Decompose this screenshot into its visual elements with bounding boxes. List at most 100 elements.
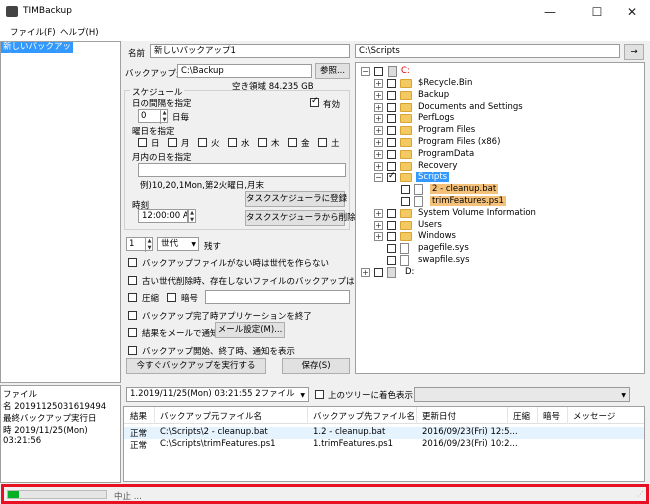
menu-help[interactable]: ヘルプ(H) [60,26,99,38]
node-checkbox[interactable] [387,173,396,183]
column-header[interactable]: バックアップ先ファイル名 [313,410,415,422]
expand-icon[interactable]: + [374,90,383,100]
node-checkbox[interactable] [401,197,410,206]
expand-icon[interactable]: + [374,102,383,112]
generation-select-value: 世代 [161,239,179,249]
expand-icon[interactable]: + [374,138,383,147]
day-label: 月 [181,139,190,149]
tree-node-label: pagefile.sys [418,243,469,254]
day-checkbox[interactable] [168,138,177,147]
generation-select[interactable]: 世代 ▼ [157,237,199,251]
dest-label: バックアップ先 [125,69,185,79]
time-input[interactable]: 12:00:00 AM [138,209,188,223]
expand-icon[interactable]: + [374,149,383,159]
node-checkbox[interactable] [401,185,410,195]
password-input[interactable] [205,290,350,304]
folder-icon [400,79,412,88]
collapse-icon[interactable]: − [374,173,383,183]
day-checkbox[interactable] [318,138,327,147]
node-checkbox[interactable] [387,138,396,147]
day-checkbox[interactable] [258,138,267,147]
option-checkbox[interactable] [128,346,137,355]
expand-icon[interactable]: + [374,126,383,136]
node-checkbox[interactable] [387,244,396,254]
expand-icon[interactable]: + [374,114,383,124]
folder-icon [400,114,412,124]
minimize-button[interactable]: — [530,0,570,24]
close-button[interactable]: ✕ [612,0,650,24]
node-checkbox[interactable] [387,114,396,124]
node-checkbox[interactable] [387,161,396,171]
enabled-checkbox[interactable] [310,98,319,107]
column-header[interactable]: 圧縮 [513,410,530,422]
collapse-icon[interactable]: − [361,67,370,76]
node-checkbox[interactable] [387,102,396,112]
node-checkbox[interactable] [387,220,396,230]
day-checkbox[interactable] [138,138,147,147]
day-checkbox[interactable] [198,138,207,147]
resize-grip-icon[interactable]: ⋰ [637,490,644,498]
dest-input[interactable]: C:\Backup [177,64,312,78]
option-checkbox[interactable] [128,311,137,320]
spinner-arrows-icon[interactable]: ▲ ▼ [188,209,196,223]
color-tree-checkbox[interactable] [315,390,324,399]
monthday-input[interactable] [138,163,346,177]
folder-icon [400,208,412,218]
register-task-button[interactable]: タスクスケジューラに登録 [245,191,347,207]
save-button[interactable]: 保存(S) [282,358,350,374]
day-checkbox[interactable] [288,138,297,147]
compress-checkbox[interactable] [128,293,137,302]
mail-settings-button[interactable]: メール設定(M)... [215,322,285,338]
encrypt-checkbox[interactable] [167,293,176,302]
browse-button[interactable]: 参照... [315,63,350,79]
table-row[interactable]: 正常 C:\Scripts\2 - cleanup.bat 1.2 - clea… [124,427,644,439]
column-header[interactable]: メッセージ [573,410,615,422]
run-now-button[interactable]: 今すぐバックアップを実行する [126,358,266,374]
generation-value: 1 [129,239,135,249]
unregister-task-button[interactable]: タスクスケジューラから削除 [245,210,356,226]
folder-icon [400,220,412,230]
node-checkbox[interactable] [387,90,396,100]
name-input[interactable]: 新しいバックアップ1 [150,44,350,58]
node-checkbox[interactable] [374,267,383,277]
column-header[interactable]: 結果 [130,410,147,422]
column-header[interactable]: バックアップ元ファイル名 [160,410,262,422]
menu-file[interactable]: ファイル(F) [10,26,56,38]
weekday-label: 曜日を指定 [132,127,175,137]
backup-list-item[interactable]: 新しいバックアップ1 [1,42,73,63]
interval-spinner[interactable]: 0 ▲ ▼ [138,109,168,124]
backup-info: ファイル 名 20191125031619494 最終バックアップ実行日 時 2… [0,385,121,483]
node-checkbox[interactable] [387,126,396,136]
generation-spinner[interactable]: 1 ▲ ▼ [126,237,153,252]
node-checkbox[interactable] [387,256,396,265]
maximize-button[interactable]: ☐ [577,0,617,24]
option-checkbox[interactable] [128,258,137,267]
folder-icon [400,173,412,183]
generation-dropdown[interactable]: 1.2019/11/25(Mon) 03:21:55 2ファイル ▼ [126,387,309,402]
node-checkbox[interactable] [387,79,396,88]
expand-icon[interactable]: + [374,220,383,230]
node-checkbox[interactable] [374,67,383,76]
spinner-arrows-icon[interactable]: ▲ ▼ [145,238,153,252]
column-header[interactable]: 更新日付 [422,410,456,422]
interval-value: 0 [141,111,147,121]
table-row[interactable]: 正常 C:\Scripts\trimFeatures.ps1 1.trimFea… [124,439,644,451]
expand-icon[interactable]: + [374,232,383,242]
expand-icon[interactable]: + [374,79,383,88]
expand-icon[interactable]: + [374,208,383,218]
folder-tree[interactable]: − C: + $Recycle.Bin + Backup + Documents and … [355,62,645,374]
spinner-arrows-icon[interactable]: ▲ ▼ [160,110,168,124]
expand-icon[interactable]: + [361,267,370,277]
expand-icon[interactable]: + [374,161,383,171]
mail-checkbox[interactable] [128,328,137,337]
option-checkbox[interactable] [128,276,137,285]
mail-label: 結果をメールで通知 [142,329,219,339]
node-checkbox[interactable] [387,232,396,242]
column-header[interactable]: 暗号 [543,410,560,422]
go-button[interactable]: → [624,44,644,60]
path-input[interactable]: C:\Scripts [355,44,620,58]
day-checkbox[interactable] [228,138,237,147]
node-checkbox[interactable] [387,149,396,159]
node-checkbox[interactable] [387,208,396,218]
color-dropdown[interactable]: ▼ [414,387,630,402]
